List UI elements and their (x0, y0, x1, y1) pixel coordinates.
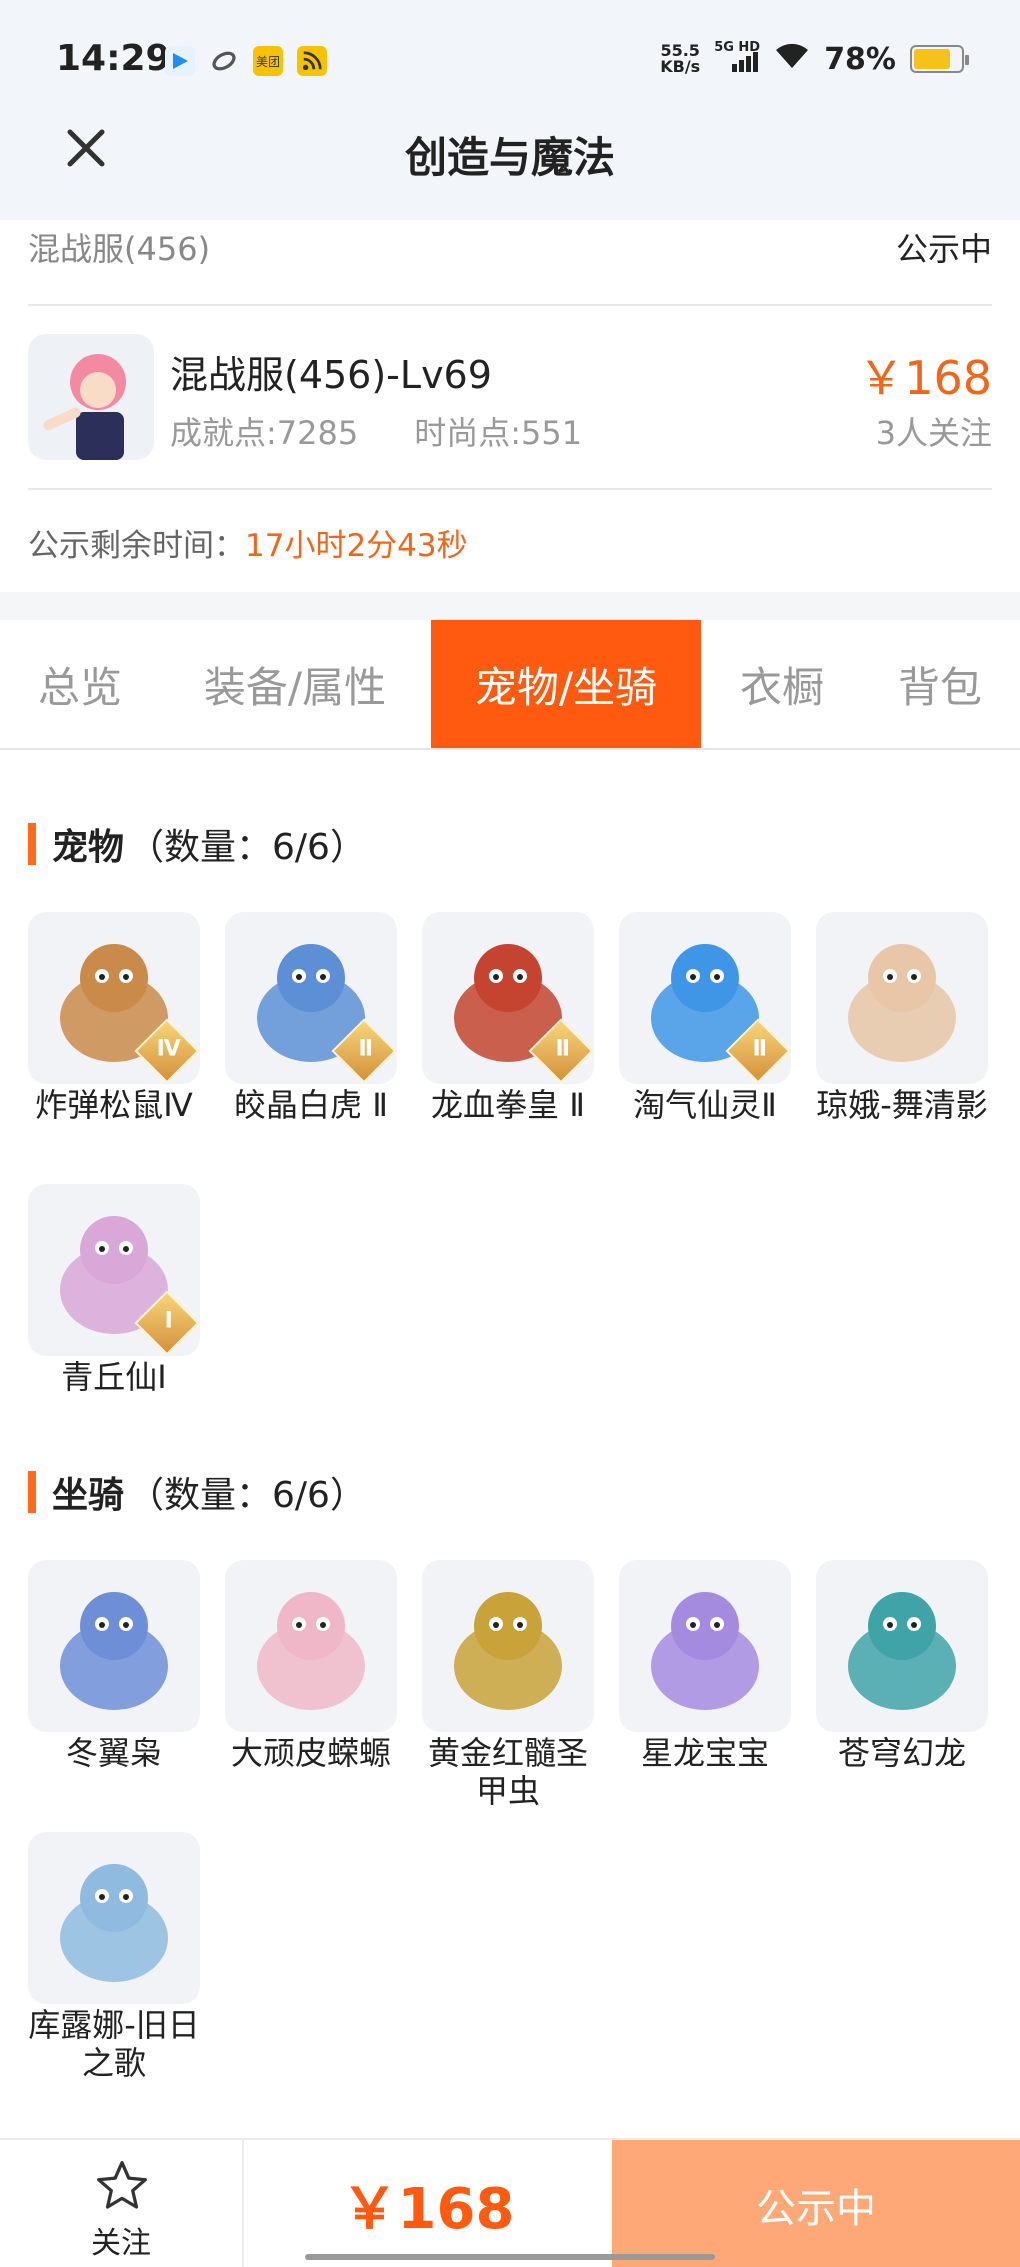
tab-bar: 总览 装备/属性 宠物/坐骑 衣橱 背包 (0, 620, 1020, 750)
section-accent-bar (28, 1471, 36, 1513)
tab-equipment[interactable]: 装备/属性 (170, 620, 420, 748)
remaining-time: 公示剩余时间：17小时2分43秒 (28, 520, 468, 565)
follow-label: 关注 (91, 2226, 151, 2261)
signal-icon: 5G HD (714, 40, 760, 74)
pet-name: 龙血拳皇 Ⅱ (431, 1086, 585, 1124)
achievement-points: 成就点:7285 (170, 414, 359, 452)
pets-title: 宠物 (52, 827, 125, 868)
listing-info-card: 混战服(456) 公示中 混战服(456)-Lv69 成就点:7285 时尚点:… (0, 220, 1020, 592)
pet-image: Ⅱ (225, 912, 397, 1084)
tab-wardrobe[interactable]: 衣橱 (712, 620, 852, 748)
app-link-icon (209, 46, 239, 76)
fashion-points: 时尚点:551 (414, 414, 583, 452)
tier-label: Ⅱ (752, 1036, 768, 1062)
battery-icon (910, 45, 969, 73)
status-bar: 14:29 美团 55.5 KB/s 5G HD 78% (0, 0, 1020, 120)
character-stats: 成就点:7285 时尚点:551 (170, 408, 582, 454)
mount-card[interactable]: 苍穹幻龙 (816, 1560, 988, 1772)
mount-card[interactable]: 星龙宝宝 (619, 1560, 791, 1772)
app-play-icon (165, 46, 195, 76)
server-name: 混战服(456) (28, 230, 211, 268)
mount-name: 苍穹幻龙 (837, 1734, 966, 1772)
meituan-icon: 美团 (253, 46, 283, 76)
pet-image: Ⅳ (28, 912, 200, 1084)
pet-image: Ⅱ (619, 912, 791, 1084)
notification-icons: 美团 (165, 46, 327, 76)
mount-image (422, 1560, 594, 1732)
pet-card[interactable]: Ⅳ 炸弹松鼠Ⅳ (28, 912, 200, 1124)
character-name: 混战服(456)-Lv69 (170, 353, 492, 397)
system-indicators: 55.5 KB/s 5G HD 78% (660, 40, 969, 78)
follow-button[interactable]: 关注 (0, 2140, 244, 2267)
status-button[interactable]: 公示中 (612, 2140, 1020, 2267)
pet-card[interactable]: Ⅱ 淘气仙灵Ⅱ (619, 912, 791, 1124)
mount-card[interactable]: 冬翼枭 (28, 1560, 200, 1772)
pet-card[interactable]: Ⅰ 青丘仙Ⅰ (28, 1184, 200, 1396)
pet-name: 炸弹松鼠Ⅳ (35, 1086, 193, 1124)
tier-label: Ⅰ (164, 1308, 173, 1334)
bottom-action-bar: 关注 ￥168 公示中 (0, 2138, 1020, 2267)
pet-card[interactable]: 琼娥-舞清影 (816, 912, 988, 1124)
pet-name: 淘气仙灵Ⅱ (633, 1086, 777, 1124)
mount-name: 黄金红髓圣甲虫 (427, 1734, 588, 1810)
follower-count: 3人关注 (875, 414, 992, 452)
tier-label: Ⅱ (358, 1036, 374, 1062)
mount-image (619, 1560, 791, 1732)
pet-name: 皎晶白虎 Ⅱ (234, 1086, 388, 1124)
character-avatar (28, 334, 154, 460)
pet-name: 青丘仙Ⅰ (61, 1358, 167, 1396)
mount-name: 冬翼枭 (65, 1734, 162, 1772)
home-indicator[interactable] (305, 2254, 715, 2260)
mount-card[interactable]: 黄金红髓圣甲虫 (422, 1560, 594, 1810)
battery-level (914, 49, 950, 69)
section-divider (0, 592, 1020, 620)
tier-label: Ⅱ (555, 1036, 571, 1062)
nav-bar: 创造与魔法 (0, 120, 1020, 220)
wifi-icon (774, 40, 810, 78)
mounts-title: 坐骑 (52, 1475, 125, 1516)
mount-name: 星龙宝宝 (640, 1734, 769, 1772)
listing-status: 公示中 (895, 230, 992, 268)
pet-image: Ⅰ (28, 1184, 200, 1356)
pets-section-title: 宠物 （数量：6/6） (28, 818, 366, 870)
bottom-price: ￥168 (341, 2177, 515, 2242)
server-row: 混战服(456) 公示中 (28, 220, 992, 306)
pet-card[interactable]: Ⅱ 皎晶白虎 Ⅱ (225, 912, 397, 1124)
rss-icon (297, 46, 327, 76)
section-accent-bar (28, 823, 36, 865)
mount-name: 大顽皮蝾螈 (230, 1734, 391, 1772)
pet-image (816, 912, 988, 1084)
net-speed-unit: KB/s (660, 57, 701, 76)
tier-label: Ⅳ (156, 1036, 181, 1062)
net-speed: 55.5 KB/s (660, 43, 700, 75)
mount-image (28, 1560, 200, 1732)
clock: 14:29 (56, 38, 171, 79)
pet-card[interactable]: Ⅱ 龙血拳皇 Ⅱ (422, 912, 594, 1124)
mounts-section-title: 坐骑 （数量：6/6） (28, 1466, 366, 1518)
mount-image (28, 1832, 200, 2004)
mount-card[interactable]: 大顽皮蝾螈 (225, 1560, 397, 1772)
mount-card[interactable]: 库露娜-旧日之歌 (28, 1832, 200, 2082)
mount-image (816, 1560, 988, 1732)
tab-backpack[interactable]: 背包 (870, 620, 1010, 748)
pets-count: （数量：6/6） (128, 827, 366, 868)
remaining-time-value: 17小时2分43秒 (245, 528, 468, 564)
page-title: 创造与魔法 (404, 133, 615, 182)
character-row[interactable]: 混战服(456)-Lv69 成就点:7285 时尚点:551 ￥168 3人关注 (28, 308, 992, 490)
pet-name: 琼娥-舞清影 (816, 1086, 988, 1124)
mounts-count: （数量：6/6） (128, 1475, 366, 1516)
tab-overview[interactable]: 总览 (0, 620, 160, 748)
mount-image (225, 1560, 397, 1732)
mount-name: 库露娜-旧日之歌 (28, 2006, 200, 2082)
listing-price: ￥168 (858, 351, 992, 405)
tab-pets-mounts[interactable]: 宠物/坐骑 (431, 620, 701, 748)
star-icon (97, 2161, 147, 2209)
pet-image: Ⅱ (422, 912, 594, 1084)
battery-percent: 78% (824, 41, 896, 77)
remaining-time-label: 公示剩余时间： (28, 528, 245, 564)
